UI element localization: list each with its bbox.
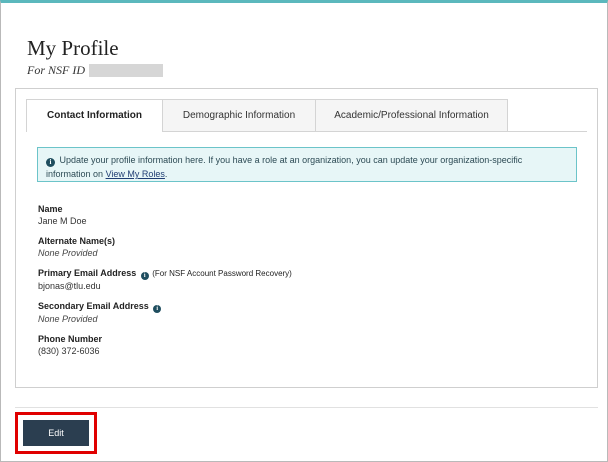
field-primary-email: Primary Email Address i (For NSF Account… — [38, 267, 292, 293]
info-circle-icon: i — [46, 158, 55, 167]
view-my-roles-link[interactable]: View My Roles — [106, 169, 165, 179]
info-end: . — [164, 169, 168, 179]
tab-academic-professional-information[interactable]: Academic/Professional Information — [316, 99, 508, 132]
phone-label: Phone Number — [38, 334, 103, 344]
tab-contact-information[interactable]: Contact Information — [26, 99, 163, 132]
name-value: Jane M Doe — [38, 216, 87, 226]
profile-panel: My Profile For NSF ID Contact Informatio… — [0, 0, 608, 462]
tab-divider — [26, 131, 587, 132]
secondary-email-value: None Provided — [38, 314, 98, 324]
edit-button[interactable]: Edit — [23, 420, 89, 446]
info-circle-icon[interactable]: i — [153, 305, 162, 313]
info-circle-icon[interactable]: i — [140, 272, 149, 280]
name-label: Name — [38, 204, 63, 214]
primary-email-label-row: Primary Email Address i (For NSF Account… — [38, 267, 292, 280]
field-phone: Phone Number (830) 372-6036 — [38, 333, 292, 358]
page-title: My Profile — [27, 36, 119, 60]
contact-fields: Name Jane M Doe Alternate Name(s) None P… — [38, 203, 292, 365]
profile-tabs: Contact Information Demographic Informat… — [26, 99, 508, 132]
footer-divider — [15, 407, 598, 408]
field-name: Name Jane M Doe — [38, 203, 292, 228]
secondary-email-label-row: Secondary Email Address i — [38, 300, 292, 313]
alternate-name-label: Alternate Name(s) — [38, 236, 116, 246]
tab-demographic-information[interactable]: Demographic Information — [163, 99, 316, 132]
field-secondary-email: Secondary Email Address i None Provided — [38, 300, 292, 326]
phone-value: (830) 372-6036 — [38, 346, 100, 356]
field-alternate-name: Alternate Name(s) None Provided — [38, 235, 292, 260]
nsf-id-label: For NSF ID — [27, 63, 85, 77]
info-alert: i Update your profile information here. … — [37, 147, 577, 182]
primary-email-note: (For NSF Account Password Recovery) — [152, 269, 292, 278]
primary-email-label: Primary Email Address — [38, 268, 137, 278]
edit-highlight-box: Edit — [15, 412, 97, 454]
profile-card: Contact Information Demographic Informat… — [15, 88, 598, 388]
nsf-id-line: For NSF ID — [27, 63, 163, 78]
primary-email-value: bjonas@tlu.edu — [38, 281, 101, 291]
secondary-email-label: Secondary Email Address — [38, 301, 149, 311]
nsf-id-redacted — [89, 64, 163, 77]
alternate-name-value: None Provided — [38, 248, 98, 258]
